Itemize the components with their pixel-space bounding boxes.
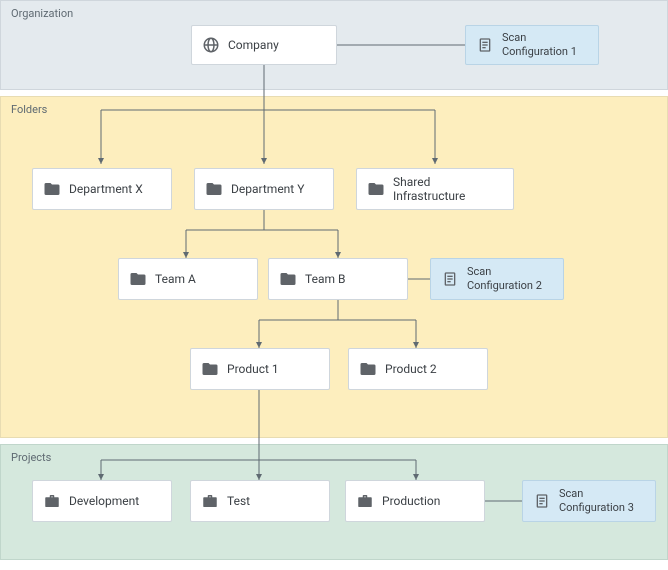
dev-label: Development (69, 494, 139, 508)
briefcase-icon (201, 492, 219, 510)
test-label: Test (227, 494, 250, 508)
shared-infra-label: Shared Infrastructure (393, 175, 503, 203)
briefcase-icon (43, 492, 61, 510)
company-label: Company (228, 38, 279, 52)
scan-config-1: Scan Configuration 1 (465, 25, 599, 65)
project-test: Test (190, 480, 330, 522)
dept-x-label: Department X (69, 182, 143, 196)
scan2-line2: Configuration 2 (467, 279, 542, 293)
scan1-line1: Scan (502, 31, 577, 45)
folder-icon (367, 180, 385, 198)
folder-dept-y: Department Y (194, 168, 334, 210)
folder-icon (279, 270, 297, 288)
folder-icon (129, 270, 147, 288)
folder-icon (205, 180, 223, 198)
folder-team-a: Team A (118, 258, 258, 300)
folders-label: Folders (11, 103, 47, 116)
hierarchy-diagram: Organization Folders Projects (0, 0, 668, 570)
globe-icon (202, 36, 220, 54)
document-icon (533, 492, 551, 510)
folder-shared-infra: Shared Infrastructure (356, 168, 514, 210)
briefcase-icon (356, 492, 374, 510)
folder-product-2: Product 2 (348, 348, 488, 390)
document-icon (476, 36, 494, 54)
product-1-label: Product 1 (227, 362, 279, 376)
scan2-line1: Scan (467, 265, 542, 279)
org-company-node: Company (191, 25, 337, 65)
prod-label: Production (382, 494, 440, 508)
projects-label: Projects (11, 451, 51, 464)
folder-icon (201, 360, 219, 378)
organization-label: Organization (11, 7, 73, 20)
scan3-line2: Configuration 3 (559, 501, 634, 515)
folder-team-b: Team B (268, 258, 408, 300)
scan3-line1: Scan (559, 487, 634, 501)
folder-dept-x: Department X (32, 168, 172, 210)
scan-config-2: Scan Configuration 2 (430, 258, 564, 300)
folder-icon (43, 180, 61, 198)
product-2-label: Product 2 (385, 362, 437, 376)
document-icon (441, 270, 459, 288)
scan1-line2: Configuration 1 (502, 45, 577, 59)
folder-product-1: Product 1 (190, 348, 330, 390)
project-development: Development (32, 480, 172, 522)
project-production: Production (345, 480, 485, 522)
team-a-label: Team A (155, 272, 196, 286)
folder-icon (359, 360, 377, 378)
team-b-label: Team B (305, 272, 345, 286)
dept-y-label: Department Y (231, 182, 304, 196)
scan-config-3: Scan Configuration 3 (522, 480, 656, 522)
